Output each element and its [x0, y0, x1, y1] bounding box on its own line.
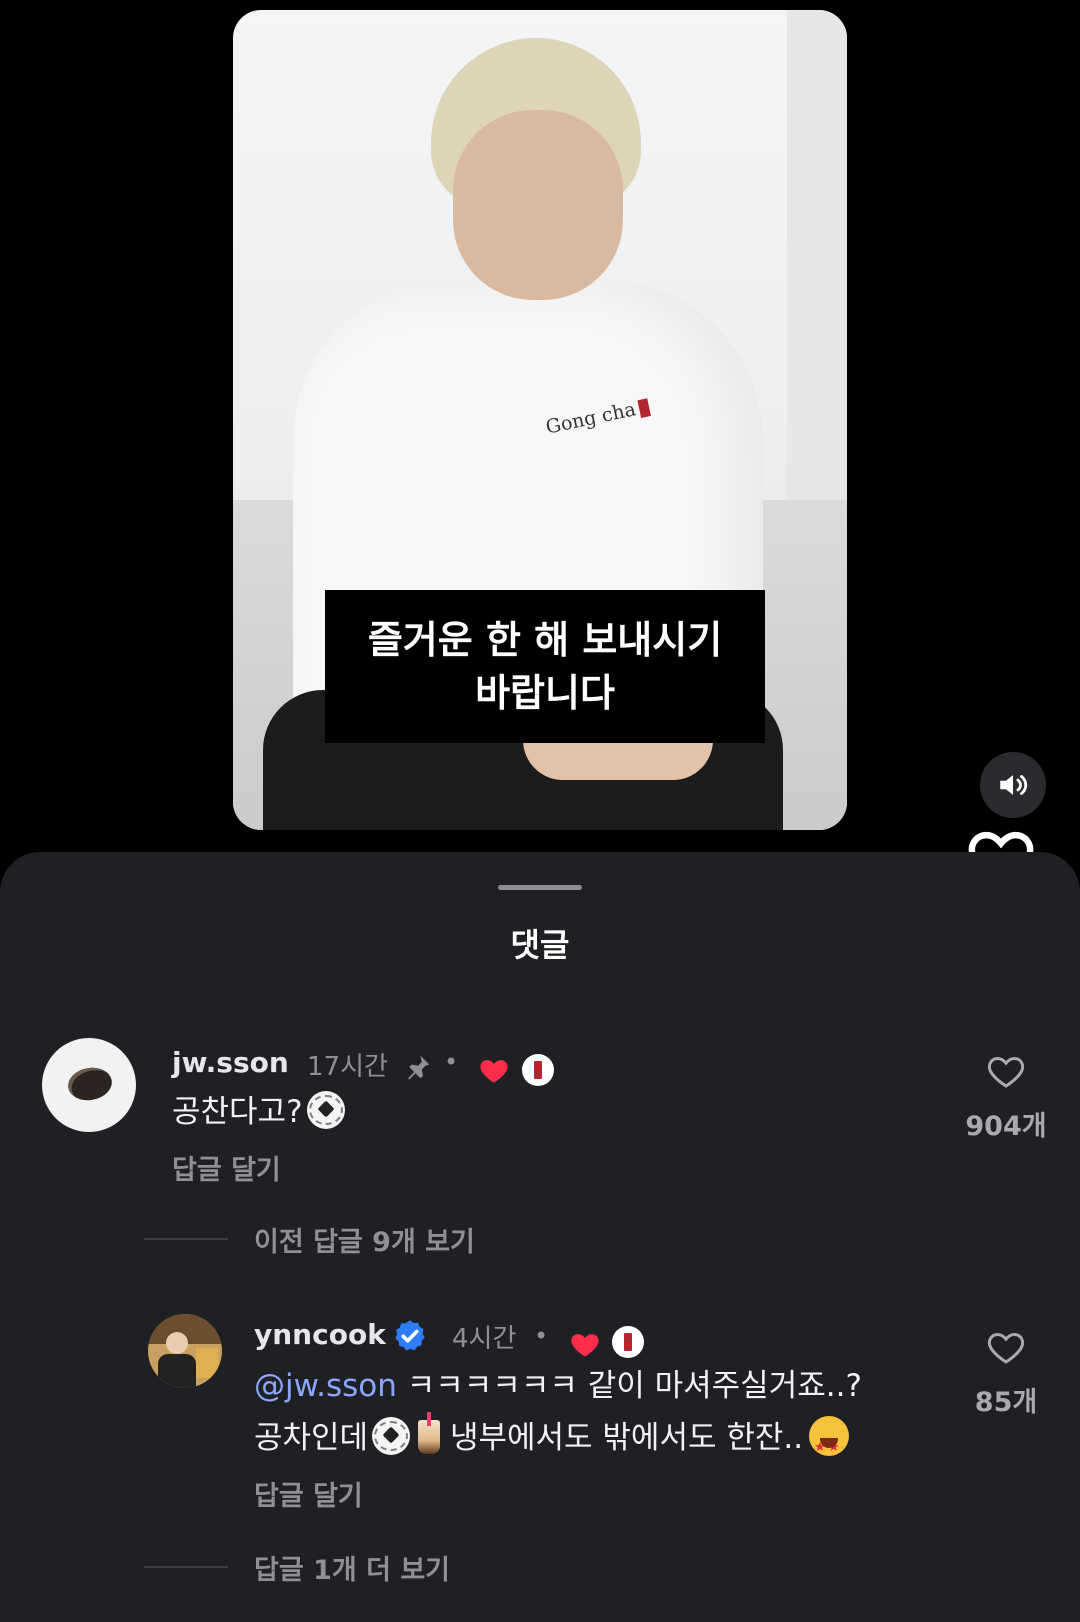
volume-button[interactable]	[980, 752, 1046, 818]
comment-text-line-2: 공차인데 냉부에서도 밖에서도 한잔..	[254, 1412, 850, 1474]
thread-line	[144, 1238, 228, 1240]
avatar-image-body	[158, 1354, 196, 1388]
caption-line-1: 즐거운 한 해 보내시기	[367, 617, 723, 662]
reply-button[interactable]: 답글 달기	[172, 1148, 281, 1187]
avatar-image-face	[166, 1332, 188, 1354]
heart-outline-icon	[968, 831, 1034, 852]
video-player[interactable]: Gong cha 즐거운 한 해 보내시기 바랍니다	[233, 10, 847, 830]
sheet-drag-handle[interactable]	[498, 885, 582, 890]
heart-outline-icon[interactable]	[986, 1052, 1026, 1090]
thread-line	[144, 1566, 228, 1568]
avatar[interactable]	[148, 1314, 222, 1388]
avatar[interactable]	[42, 1038, 136, 1132]
mention-link[interactable]: @jw.sson	[254, 1368, 397, 1404]
bubble-tea-icon	[418, 1412, 441, 1454]
person-face	[453, 110, 623, 300]
avatar-image	[65, 1064, 115, 1104]
soccer-ball-icon	[306, 1091, 345, 1129]
comment-username[interactable]: ynncook	[254, 1318, 386, 1351]
volume-icon	[1000, 775, 1028, 795]
brand-badge-icon	[612, 1326, 644, 1358]
pin-icon	[408, 1055, 430, 1080]
view-previous-replies[interactable]: 이전 답글 9개 보기	[254, 1220, 475, 1259]
comment-username[interactable]: jw.sson	[172, 1046, 289, 1079]
comment-text-body: ㅋㅋㅋㅋㅋㅋ 같이 마셔주실거죠..?	[396, 1368, 862, 1404]
view-more-replies[interactable]: 답글 1개 더 보기	[254, 1548, 450, 1587]
heart-outline-icon[interactable]	[986, 1328, 1026, 1366]
brand-badge-icon	[522, 1054, 554, 1086]
creator-liked-heart-icon	[571, 1334, 599, 1357]
comment-text-body-2: 냉부에서도 밖에서도 한잔..	[440, 1420, 804, 1456]
comments-sheet: 댓글 jw.sson 17시간 • 공찬다고? 답글 달기 904개 이전 답글…	[0, 852, 1080, 1622]
comment-text: 공찬다고?	[172, 1086, 345, 1138]
sheet-title: 댓글	[510, 926, 570, 964]
like-count: 85개	[974, 1387, 1038, 1418]
like-count: 904개	[965, 1111, 1047, 1142]
comment-text-line-1: @jw.sson ㅋㅋㅋㅋㅋㅋ 같이 마셔주실거죠..?	[254, 1360, 862, 1412]
comment-time: 17시간	[307, 1052, 388, 1082]
comment-time: 4시간	[452, 1324, 517, 1354]
comment-text-body: 공찬다고?	[172, 1094, 303, 1130]
side-like-button[interactable]	[966, 822, 1036, 852]
comment-text-body: 공차인데	[254, 1420, 369, 1456]
reply-button[interactable]: 답글 달기	[254, 1474, 363, 1513]
separator-dot: •	[444, 1048, 459, 1076]
caption-line-2: 바랍니다	[475, 670, 615, 715]
separator-dot: •	[534, 1322, 549, 1350]
star-struck-icon	[809, 1416, 850, 1474]
creator-liked-heart-icon	[480, 1060, 508, 1083]
video-caption: 즐거운 한 해 보내시기 바랍니다	[325, 590, 765, 743]
avatar-image-object	[196, 1348, 218, 1378]
soccer-ball-icon	[372, 1417, 411, 1455]
verified-badge-icon	[395, 1320, 425, 1351]
